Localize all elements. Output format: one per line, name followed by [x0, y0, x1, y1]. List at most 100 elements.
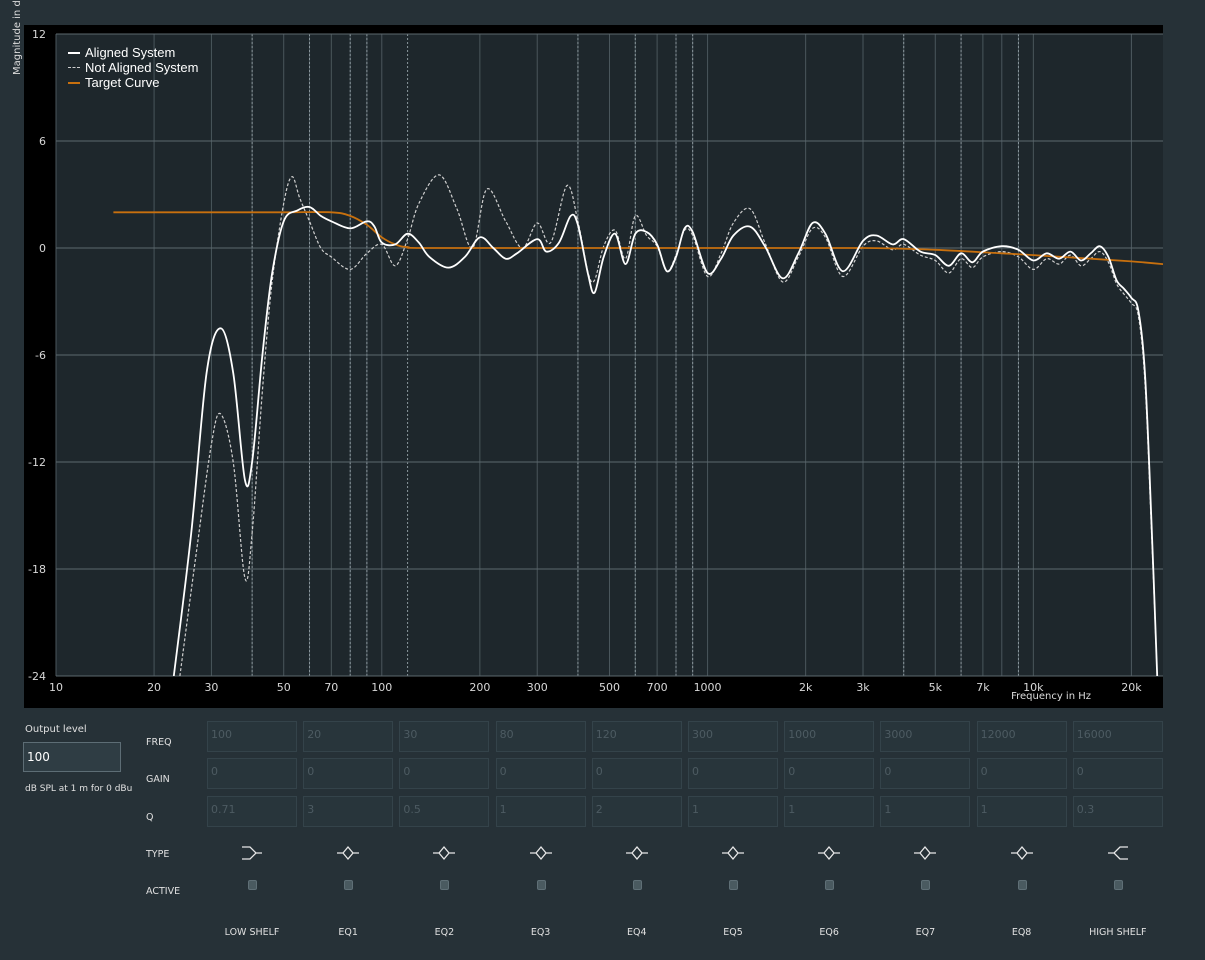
peak-eq-icon-svg	[818, 845, 841, 861]
peak-eq-icon-path	[818, 845, 841, 861]
band-name-label: LOW SHELF	[224, 927, 280, 938]
y-axis-label: Magnitude in dB	[12, 0, 23, 75]
band-q-field[interactable]: 1	[880, 796, 971, 827]
peak-eq-icon-svg	[1010, 845, 1033, 861]
band-freq-field[interactable]: 20	[303, 721, 394, 752]
high-shelf-icon[interactable]	[1106, 843, 1130, 863]
legend-label-target: Target Curve	[85, 75, 160, 90]
band-gain-field[interactable]: 0	[495, 758, 586, 789]
band-gain-field[interactable]: 0	[688, 758, 778, 789]
x-tick-label: 700	[647, 681, 668, 694]
peak-eq-icon[interactable]	[336, 843, 360, 863]
output-level-input[interactable]	[23, 742, 121, 772]
band-name-label: EQ2	[434, 927, 455, 938]
peak-eq-icon[interactable]	[529, 843, 553, 863]
legend-item-target: Target Curve	[68, 75, 198, 90]
band-gain-field[interactable]: 0	[399, 758, 490, 789]
band-q-field[interactable]: 0.3	[1072, 796, 1163, 827]
band-gain-field[interactable]: 0	[591, 758, 682, 789]
peak-eq-icon[interactable]	[913, 843, 937, 863]
band-gain-field[interactable]: 0	[303, 758, 394, 789]
band-freq-field[interactable]: 30	[399, 721, 490, 752]
band-gain-field[interactable]: 0	[207, 758, 297, 789]
band-gain-field[interactable]: 0	[784, 758, 875, 789]
band-freq-field[interactable]: 12000	[976, 721, 1067, 752]
band-name-label: EQ6	[819, 927, 839, 938]
band-gain-field[interactable]: 0	[1072, 758, 1163, 789]
peak-eq-icon[interactable]	[625, 843, 649, 863]
row-label-active: ACTIVE	[146, 886, 181, 897]
band-q-field[interactable]: 0.5	[399, 796, 490, 827]
band-active-checkbox[interactable]	[248, 880, 257, 890]
band-freq-field[interactable]: 3000	[880, 721, 971, 752]
peak-eq-icon[interactable]	[817, 843, 841, 863]
y-tick-label: -18	[28, 563, 46, 576]
x-tick-label: 20	[147, 681, 161, 694]
row-label-q: Q	[146, 812, 154, 823]
row-label-gain: GAIN	[146, 774, 170, 785]
x-tick-label: 200	[469, 681, 490, 694]
band-q-field[interactable]: 2	[591, 796, 682, 827]
peak-eq-icon-path	[529, 845, 552, 861]
band-freq-field[interactable]: 300	[688, 721, 778, 752]
x-tick-label: 10	[49, 681, 63, 694]
legend-label-not-aligned: Not Aligned System	[85, 60, 199, 75]
band-active-checkbox[interactable]	[1017, 880, 1027, 890]
peak-eq-icon-path	[914, 845, 937, 861]
legend-item-not-aligned: Not Aligned System	[68, 60, 198, 75]
legend-swatch-aligned	[68, 51, 80, 54]
low-shelf-icon[interactable]	[240, 843, 264, 863]
high-shelf-icon-svg	[1107, 846, 1128, 860]
y-tick-label: -24	[28, 670, 46, 683]
band-q-field[interactable]: 3	[303, 796, 394, 827]
band-active-checkbox[interactable]	[729, 880, 738, 890]
low-shelf-icon-svg	[242, 846, 262, 860]
y-tick-label: -12	[28, 456, 46, 469]
band-freq-field[interactable]: 1000	[784, 721, 875, 752]
row-label-type: TYPE	[146, 849, 170, 860]
x-tick-label: 300	[527, 681, 548, 694]
band-active-checkbox[interactable]	[536, 880, 546, 890]
legend-label-aligned: Aligned System	[85, 45, 176, 60]
x-tick-label: 1000	[694, 681, 722, 694]
band-name-label: HIGH SHELF	[1089, 927, 1147, 938]
legend-swatch-target	[68, 81, 80, 84]
band-name-label: EQ1	[338, 927, 358, 938]
band-q-field[interactable]: 0.71	[207, 796, 297, 827]
band-gain-field[interactable]: 0	[976, 758, 1067, 789]
band-q-field[interactable]: 1	[688, 796, 778, 827]
peak-eq-icon[interactable]	[432, 843, 456, 863]
band-active-checkbox[interactable]	[921, 880, 931, 890]
x-tick-label: 5k	[929, 681, 943, 694]
band-q-field[interactable]: 1	[976, 796, 1067, 827]
x-tick-label: 30	[204, 681, 218, 694]
band-active-checkbox[interactable]	[632, 880, 642, 890]
band-active-checkbox[interactable]	[440, 880, 450, 890]
x-tick-label: 50	[277, 681, 291, 694]
peak-eq-icon-svg	[433, 845, 456, 861]
x-tick-label: 70	[324, 681, 338, 694]
x-tick-label: 3k	[856, 681, 870, 694]
band-active-checkbox[interactable]	[1113, 880, 1123, 890]
band-active-checkbox[interactable]	[344, 880, 354, 890]
band-freq-field[interactable]: 100	[207, 721, 297, 752]
band-freq-field[interactable]: 16000	[1072, 721, 1163, 752]
x-tick-label: 20k	[1121, 681, 1142, 694]
band-active-checkbox[interactable]	[825, 880, 835, 890]
x-tick-label: 100	[371, 681, 392, 694]
output-level-label: Output level	[25, 724, 87, 735]
band-q-field[interactable]: 1	[784, 796, 875, 827]
band-name-label: EQ8	[1011, 927, 1032, 938]
band-gain-field[interactable]: 0	[880, 758, 971, 789]
peak-eq-icon-svg	[625, 845, 648, 861]
peak-eq-icon[interactable]	[721, 843, 745, 863]
peak-eq-icon-svg	[529, 845, 552, 861]
output-level-unit: dB SPL at 1 m for 0 dBu	[25, 784, 133, 794]
chart-legend: Aligned System Not Aligned System Target…	[68, 45, 198, 90]
band-name-label: EQ5	[723, 927, 743, 938]
band-freq-field[interactable]: 80	[495, 721, 586, 752]
band-name-label: EQ4	[627, 927, 647, 938]
peak-eq-icon[interactable]	[1010, 843, 1034, 863]
band-freq-field[interactable]: 120	[591, 721, 682, 752]
band-q-field[interactable]: 1	[495, 796, 586, 827]
